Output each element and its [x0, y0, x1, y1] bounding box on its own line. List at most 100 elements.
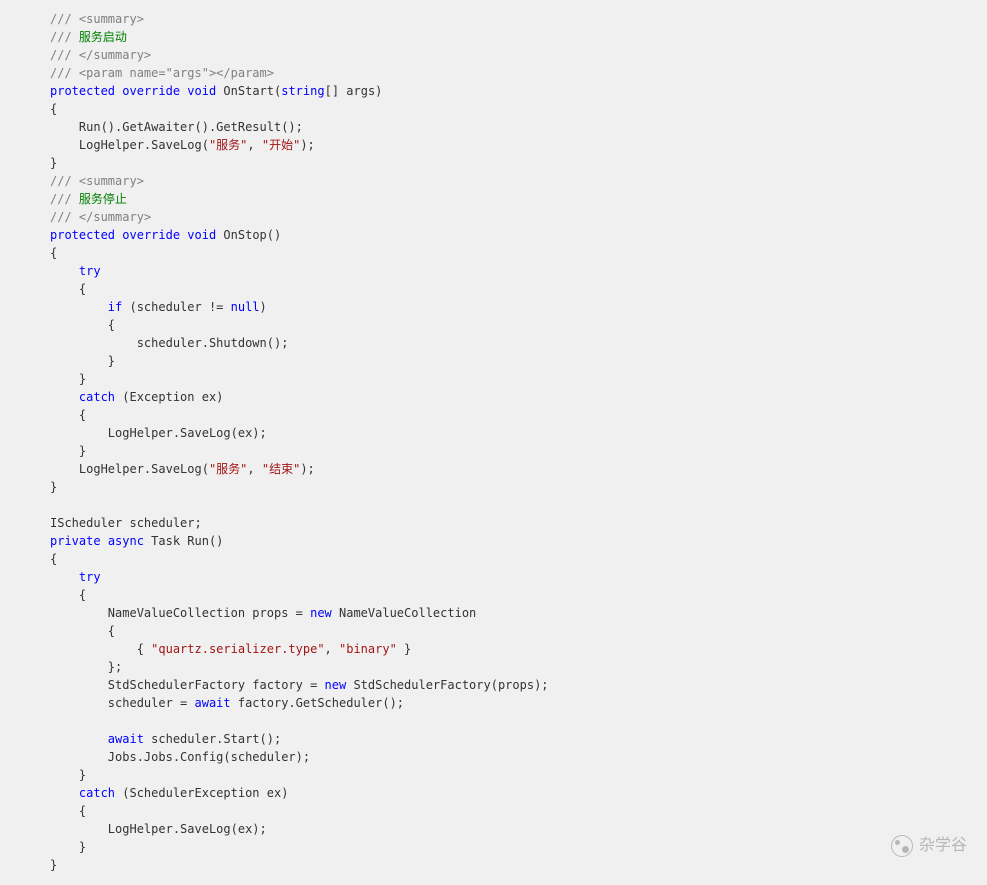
code-token: </summary>: [79, 48, 151, 62]
code-token: await: [108, 732, 144, 746]
code-token: (Exception ex): [115, 390, 223, 404]
code-token: ///: [50, 12, 79, 26]
code-token: "结束": [262, 462, 300, 476]
code-token: StdSchedulerFactory factory =: [50, 678, 325, 692]
code-token: OnStart(: [216, 84, 281, 98]
code-token: }: [50, 840, 86, 854]
code-token: ,: [247, 138, 261, 152]
code-token: }: [50, 768, 86, 782]
code-token: ,: [247, 462, 261, 476]
code-token: {: [50, 588, 86, 602]
watermark: 杂学谷: [891, 835, 967, 857]
code-token: [101, 534, 108, 548]
code-token: OnStop(): [216, 228, 281, 242]
code-token: string: [281, 84, 324, 98]
watermark-text: 杂学谷: [919, 837, 967, 855]
code-token: StdSchedulerFactory(props);: [346, 678, 548, 692]
code-token: [50, 714, 57, 728]
code-token: catch: [79, 786, 115, 800]
code-token: scheduler =: [50, 696, 195, 710]
code-token: ///: [50, 30, 79, 44]
code-token: NameValueCollection: [332, 606, 477, 620]
code-token: protected: [50, 84, 115, 98]
code-token: ): [260, 300, 267, 314]
code-token: override: [122, 84, 180, 98]
code-block: /// <summary> /// 服务启动 /// </summary> //…: [0, 0, 987, 884]
code-token: ,: [325, 642, 339, 656]
code-token: LogHelper.SaveLog(ex);: [50, 822, 267, 836]
code-token: Run().GetAwaiter().GetResult();: [50, 120, 303, 134]
code-token: "服务": [209, 138, 247, 152]
code-token: [50, 732, 108, 746]
code-token: {: [50, 624, 115, 638]
code-token: void: [187, 228, 216, 242]
code-token: scheduler.Start();: [144, 732, 281, 746]
code-token: {: [50, 642, 151, 656]
code-token: );: [300, 462, 314, 476]
code-token: {: [50, 804, 86, 818]
code-token: override: [122, 228, 180, 242]
code-token: [50, 786, 79, 800]
code-content: /// <summary> /// 服务启动 /// </summary> //…: [50, 10, 987, 874]
code-token: protected: [50, 228, 115, 242]
code-token: NameValueCollection props =: [50, 606, 310, 620]
code-token: [] args): [325, 84, 383, 98]
code-token: ///: [50, 48, 79, 62]
code-token: try: [79, 570, 101, 584]
code-token: Task Run(): [144, 534, 223, 548]
code-token: </summary>: [79, 210, 151, 224]
code-token: null: [231, 300, 260, 314]
code-token: [50, 264, 79, 278]
code-token: 服务停止: [79, 192, 127, 206]
code-token: Jobs.Jobs.Config(scheduler);: [50, 750, 310, 764]
code-token: {: [50, 246, 57, 260]
code-token: "quartz.serializer.type": [151, 642, 324, 656]
code-token: try: [79, 264, 101, 278]
code-token: private: [50, 534, 101, 548]
code-token: }: [50, 372, 86, 386]
code-token: <param name="args"></param>: [79, 66, 274, 80]
code-token: }: [50, 156, 57, 170]
code-token: void: [187, 84, 216, 98]
code-token: [50, 570, 79, 584]
code-token: ///: [50, 174, 79, 188]
code-token: LogHelper.SaveLog(: [50, 462, 209, 476]
code-token: new: [325, 678, 347, 692]
code-token: {: [50, 102, 57, 116]
code-token: <summary>: [79, 174, 144, 188]
code-token: "binary": [339, 642, 397, 656]
code-token: }: [50, 354, 115, 368]
code-token: [50, 498, 57, 512]
code-token: }: [50, 444, 86, 458]
code-token: }: [50, 858, 57, 872]
code-token: };: [50, 660, 122, 674]
code-token: }: [397, 642, 411, 656]
code-token: {: [50, 318, 115, 332]
code-token: factory.GetScheduler();: [231, 696, 404, 710]
code-token: ///: [50, 210, 79, 224]
code-token: }: [50, 480, 57, 494]
code-token: LogHelper.SaveLog(: [50, 138, 209, 152]
code-token: scheduler.Shutdown();: [50, 336, 288, 350]
code-token: (SchedulerException ex): [115, 786, 288, 800]
code-token: new: [310, 606, 332, 620]
code-token: );: [300, 138, 314, 152]
code-token: (scheduler !=: [122, 300, 230, 314]
code-token: catch: [79, 390, 115, 404]
code-token: ///: [50, 66, 79, 80]
code-token: "开始": [262, 138, 300, 152]
code-token: {: [50, 282, 86, 296]
code-token: <summary>: [79, 12, 144, 26]
code-token: if: [108, 300, 122, 314]
code-token: {: [50, 408, 86, 422]
code-token: 服务启动: [79, 30, 127, 44]
code-token: IScheduler scheduler;: [50, 516, 202, 530]
code-token: {: [50, 552, 57, 566]
code-token: [50, 390, 79, 404]
code-token: LogHelper.SaveLog(ex);: [50, 426, 267, 440]
wechat-icon: [891, 835, 913, 857]
code-token: [50, 300, 108, 314]
code-token: "服务": [209, 462, 247, 476]
code-token: ///: [50, 192, 79, 206]
code-token: async: [108, 534, 144, 548]
